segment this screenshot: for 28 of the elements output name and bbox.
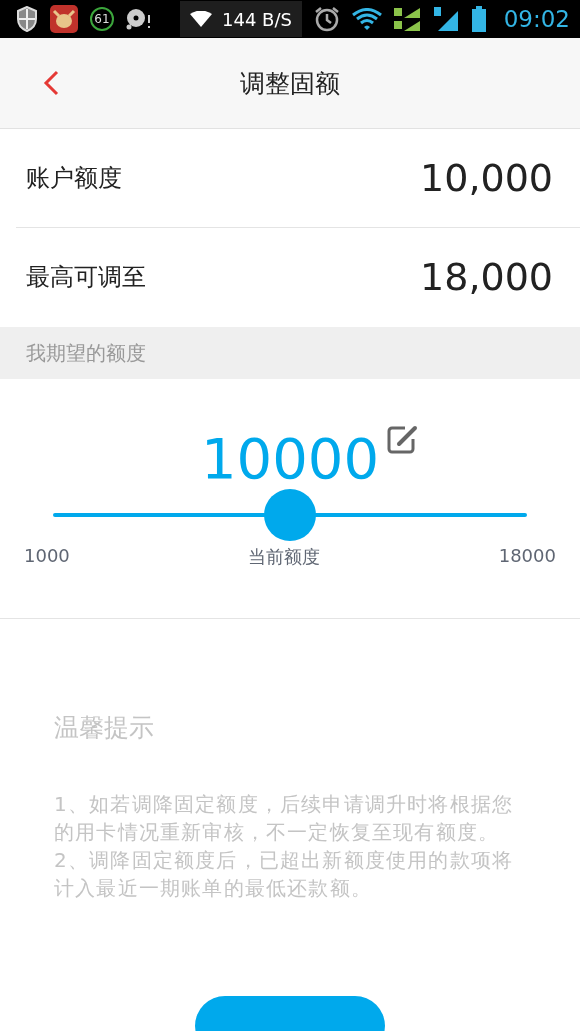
- alarm-clock-icon: [313, 6, 340, 32]
- max-label: 18000: [498, 545, 556, 568]
- min-label: 1000: [24, 545, 70, 568]
- wifi-signal-icon: [351, 8, 382, 30]
- page-title: 调整固额: [240, 67, 340, 100]
- slider-track[interactable]: [53, 489, 527, 541]
- signal-strength-icon: [433, 6, 460, 32]
- row-label: 最高可调至: [26, 262, 146, 293]
- network-speed: 144 B/S: [222, 8, 292, 30]
- row-value: 10,000: [420, 156, 553, 200]
- app-icon[interactable]: [50, 5, 78, 33]
- edit-icon[interactable]: [387, 425, 420, 455]
- back-icon[interactable]: [42, 70, 60, 96]
- disc-icon[interactable]: [126, 7, 152, 31]
- battery-icon: [471, 6, 486, 32]
- row-label: 账户额度: [26, 163, 122, 194]
- amount-value: 10000: [200, 427, 380, 491]
- shield-icon[interactable]: [16, 6, 38, 32]
- tip-text: 2、调降固定额度后，已超出新额度使用的款项将计入最近一期账单的最低还款额。: [54, 847, 515, 902]
- signal-3g-icon: [393, 6, 422, 32]
- tip-text: 1、如若调降固定额度，后续申请调升时将根据您的用卡情况重新审核，不一定恢复至现有额度。: [54, 791, 515, 846]
- notification-count[interactable]: 61: [90, 7, 114, 31]
- clock-time: 09:02: [503, 6, 570, 32]
- current-label: 当前额度: [248, 545, 321, 569]
- row-value: 18,000: [420, 255, 553, 299]
- tips-title: 温馨提示: [54, 712, 155, 744]
- section-header: 我期望的额度: [26, 339, 146, 367]
- wifi-icon: [190, 11, 212, 27]
